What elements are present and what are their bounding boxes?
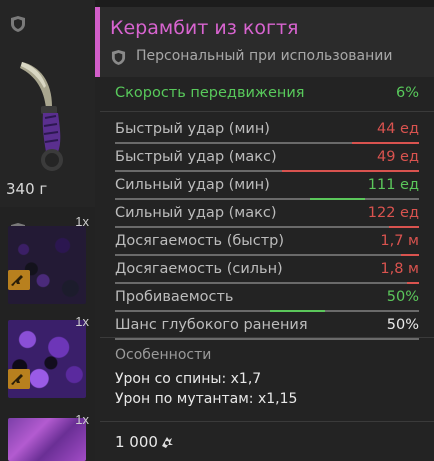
stat-label: Сильный удар (мин) [115,177,270,193]
item-quantity: 1x [75,412,89,427]
feature-line: Урон по мутантам: x1,15 [115,391,298,407]
item-weight: 340 г [6,180,48,198]
stat-value: 111 ед [367,177,419,193]
stat-row: Сильный удар (макс) 122 ед [115,203,419,231]
features-section: Особенности Урон со спины: x1,7 Урон по … [115,347,419,409]
stat-row: Быстрый удар (макс) 49 ед [115,147,419,175]
stat-label: Досягаемость (сильн) [115,261,283,277]
item-quantity: 1x [75,314,89,329]
divider [100,337,434,338]
stat-bar-delta [407,282,419,284]
item-title: Керамбит из когтя [110,17,299,39]
divider [100,421,434,422]
divider [100,111,434,112]
selected-item-card[interactable]: 340 г [0,0,95,207]
item-tooltip: Керамбит из когтя Персональный при испол… [95,7,434,461]
stat-label: Шанс глубокого ранения [115,317,308,333]
stat-bar-delta [389,226,419,228]
price-value: 1 000 [115,433,158,451]
speed-value: 6% [395,85,419,101]
feature-line: Урон со спины: x1,7 [115,371,262,387]
stat-row: Пробиваемость 50% [115,287,419,315]
stat-value: 122 ед [367,205,419,221]
item-quantity: 1x [75,214,89,229]
stat-value: 49 ед [376,149,419,165]
features-title: Особенности [115,347,212,363]
stat-value: 50% [386,289,419,305]
rarity-accent-bar [95,7,100,77]
knife-icon [20,62,63,171]
inventory-slot[interactable]: 1x [4,312,95,404]
stat-label: Досягаемость (быстр) [115,233,285,249]
stat-bar-delta [310,198,365,200]
stat-bar-track [115,254,419,256]
stat-label: Пробиваемость [115,289,234,305]
stat-row: Быстрый удар (мин) 44 ед [115,119,419,147]
stat-value: 44 ед [376,121,419,137]
item-subtitle: Персональный при использовании [136,48,393,64]
speed-stat: Скорость передвижения 6% [115,85,419,105]
stat-bar-track [115,226,419,228]
stat-label: Быстрый удар (макс) [115,149,277,165]
coin-icon [161,437,173,448]
stat-value: 1,7 м [380,233,419,249]
skin-texture [8,226,86,304]
shield-icon [111,50,126,65]
inventory-column: 340 г 1x 1x 1x [0,0,95,461]
inventory-slot[interactable]: 1x [4,212,95,307]
stat-bar-track [115,198,419,200]
inventory-slot[interactable]: 1x [4,410,95,461]
stat-bar-delta [352,142,419,144]
speed-label: Скорость передвижения [115,85,305,101]
stat-value: 1,8 м [380,261,419,277]
stat-label: Быстрый удар (мин) [115,121,270,137]
stat-bar-delta [282,170,419,172]
stat-bar-delta [401,254,419,256]
stat-bar-track [115,338,419,340]
stat-value: 50% [386,317,419,333]
rifle-icon [8,270,30,290]
shield-icon [11,16,25,32]
rifle-icon [8,369,30,389]
stat-bar-track [115,310,419,312]
price: 1 000 [115,430,175,454]
stat-bar-delta [270,310,325,312]
stat-row: Досягаемость (сильн) 1,8 м [115,259,419,287]
stat-row: Шанс глубокого ранения 50% [115,315,419,343]
stat-row: Сильный удар (мин) 111 ед [115,175,419,203]
stat-bar-track [115,282,419,284]
stat-label: Сильный удар (макс) [115,205,277,221]
stat-row: Досягаемость (быстр) 1,7 м [115,231,419,259]
